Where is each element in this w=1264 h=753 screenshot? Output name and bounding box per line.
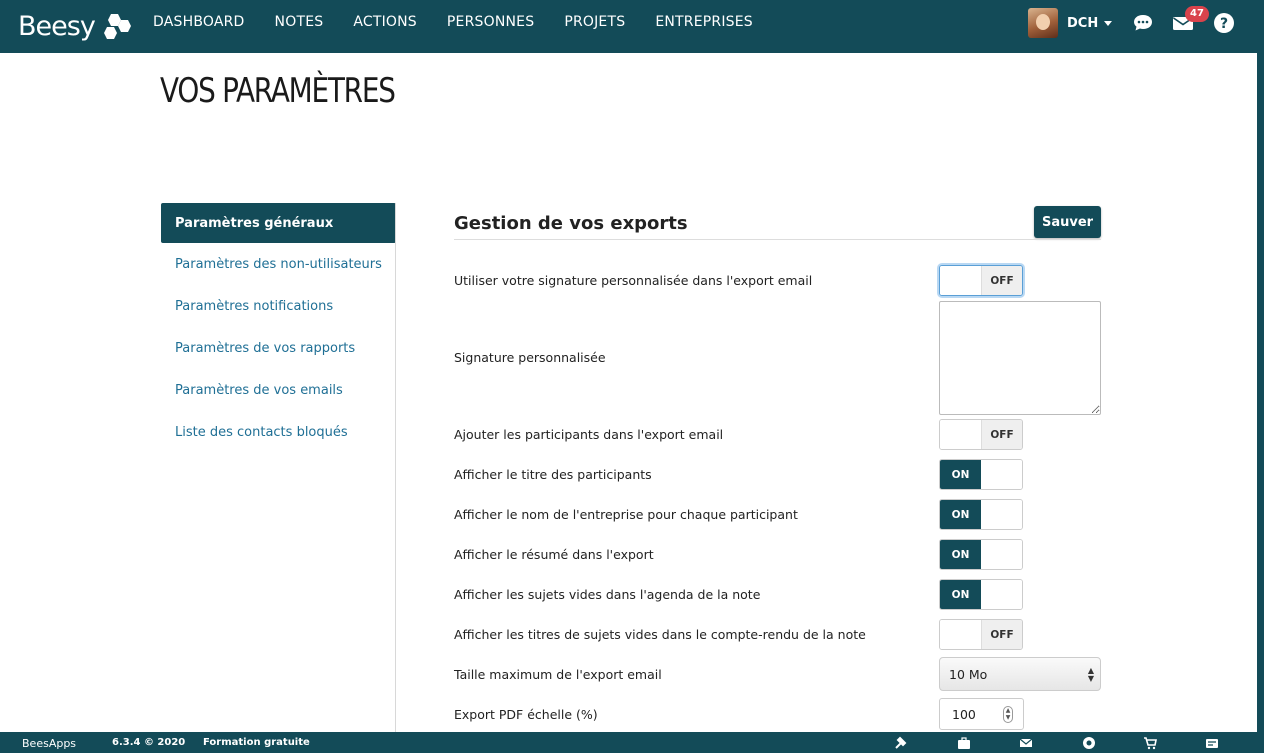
footer-brand[interactable]: BeesApps bbox=[22, 737, 76, 750]
nav-actions[interactable]: ACTIONS bbox=[353, 14, 417, 30]
signature-textarea[interactable] bbox=[939, 301, 1101, 415]
beesy-logo[interactable]: Beesy bbox=[18, 8, 133, 44]
select-arrows-icon: ▲ ▼ bbox=[1087, 666, 1094, 683]
summary-label: Afficher le résumé dans l'export bbox=[454, 547, 654, 562]
footer-training-link[interactable]: Formation gratuite bbox=[203, 737, 310, 748]
toggle-state: ON bbox=[940, 580, 981, 609]
stepper-icon[interactable]: ▲ ▼ bbox=[1003, 706, 1013, 723]
participants-toggle[interactable]: OFF bbox=[939, 419, 1023, 450]
chevron-down-icon bbox=[1104, 20, 1113, 26]
section-title: Gestion de vos exports bbox=[454, 213, 688, 234]
sidebar-item-blocked-contacts[interactable]: Liste des contacts bloqués bbox=[161, 411, 396, 453]
cart-icon[interactable] bbox=[1143, 736, 1157, 750]
top-navbar: Beesy DASHBOARD NOTES ACTIONS PERSONNES … bbox=[0, 0, 1264, 53]
footer-bar: BeesApps 6.3.4 © 2020 Formation gratuite bbox=[0, 732, 1264, 753]
participants-label: Ajouter les participants dans l'export e… bbox=[454, 427, 724, 442]
main-nav: DASHBOARD NOTES ACTIONS PERSONNES PROJET… bbox=[153, 0, 783, 44]
pdf-scale-value: 100 bbox=[952, 706, 976, 722]
briefcase-icon[interactable] bbox=[957, 736, 971, 750]
mail-count-badge: 47 bbox=[1185, 6, 1209, 22]
max-size-select[interactable]: 10 Mo ▲ ▼ bbox=[939, 657, 1101, 691]
nav-projets[interactable]: PROJETS bbox=[564, 14, 625, 30]
pdf-scale-input[interactable]: 100 ▲ ▼ bbox=[939, 698, 1024, 730]
sidebar-item-non-users[interactable]: Paramètres des non-utilisateurs bbox=[161, 243, 396, 285]
nav-entreprises[interactable]: ENTREPRISES bbox=[655, 14, 753, 30]
card-icon[interactable] bbox=[1205, 736, 1219, 750]
nav-notes[interactable]: NOTES bbox=[275, 14, 324, 30]
support-icon[interactable] bbox=[1082, 736, 1096, 750]
toggle-state: ON bbox=[940, 460, 981, 489]
participant-title-toggle[interactable]: ON bbox=[939, 459, 1023, 490]
empty-topic-titles-label: Afficher les titres de sujets vides dans… bbox=[454, 627, 866, 642]
summary-toggle[interactable]: ON bbox=[939, 539, 1023, 570]
logo-text: Beesy bbox=[18, 10, 96, 42]
sidebar-item-general[interactable]: Paramètres généraux bbox=[161, 203, 396, 243]
question-icon[interactable]: ? bbox=[1213, 12, 1235, 34]
user-name: DCH bbox=[1067, 15, 1099, 31]
main-content: VOS PARAMÈTRES Paramètres généraux Param… bbox=[0, 53, 1257, 732]
settings-sidebar: Paramètres généraux Paramètres des non-u… bbox=[161, 203, 396, 453]
page-title: VOS PARAMÈTRES bbox=[160, 71, 396, 111]
signature-text-label: Signature personnalisée bbox=[454, 350, 606, 365]
max-size-label: Taille maximum de l'export email bbox=[454, 667, 662, 682]
nav-personnes[interactable]: PERSONNES bbox=[447, 14, 534, 30]
avatar bbox=[1028, 8, 1058, 38]
empty-topics-label: Afficher les sujets vides dans l'agenda … bbox=[454, 587, 761, 602]
nav-dashboard[interactable]: DASHBOARD bbox=[153, 14, 245, 30]
participant-title-label: Afficher le titre des participants bbox=[454, 467, 652, 482]
window-edge bbox=[1257, 53, 1264, 732]
hammer-icon[interactable] bbox=[894, 736, 908, 750]
svg-text:?: ? bbox=[1220, 16, 1228, 32]
toggle-state: ON bbox=[940, 500, 981, 529]
chat-bubble-icon[interactable] bbox=[1132, 12, 1154, 34]
section-divider bbox=[454, 239, 1101, 240]
toggle-state: OFF bbox=[981, 620, 1022, 649]
signature-toggle-label: Utiliser votre signature personnalisée d… bbox=[454, 273, 813, 288]
envelope-icon[interactable] bbox=[1019, 736, 1033, 750]
max-size-value: 10 Mo bbox=[949, 666, 988, 682]
toggle-state: ON bbox=[940, 540, 981, 569]
toggle-state: OFF bbox=[981, 266, 1022, 295]
sidebar-item-reports[interactable]: Paramètres de vos rapports bbox=[161, 327, 396, 369]
sidebar-item-notifications[interactable]: Paramètres notifications bbox=[161, 285, 396, 327]
hexagon-logo-icon bbox=[103, 14, 131, 39]
company-name-toggle[interactable]: ON bbox=[939, 499, 1023, 530]
empty-topics-toggle[interactable]: ON bbox=[939, 579, 1023, 610]
sidebar-divider bbox=[395, 203, 396, 732]
empty-topic-titles-toggle[interactable]: OFF bbox=[939, 619, 1023, 650]
signature-toggle[interactable]: OFF bbox=[939, 265, 1023, 296]
sidebar-item-emails[interactable]: Paramètres de vos emails bbox=[161, 369, 396, 411]
footer-version: 6.3.4 © 2020 bbox=[112, 737, 186, 748]
save-button[interactable]: Sauver bbox=[1034, 206, 1101, 238]
toggle-state: OFF bbox=[981, 420, 1022, 449]
user-menu[interactable]: DCH bbox=[1028, 8, 1113, 38]
company-name-label: Afficher le nom de l'entreprise pour cha… bbox=[454, 507, 798, 522]
pdf-scale-label: Export PDF échelle (%) bbox=[454, 707, 598, 722]
